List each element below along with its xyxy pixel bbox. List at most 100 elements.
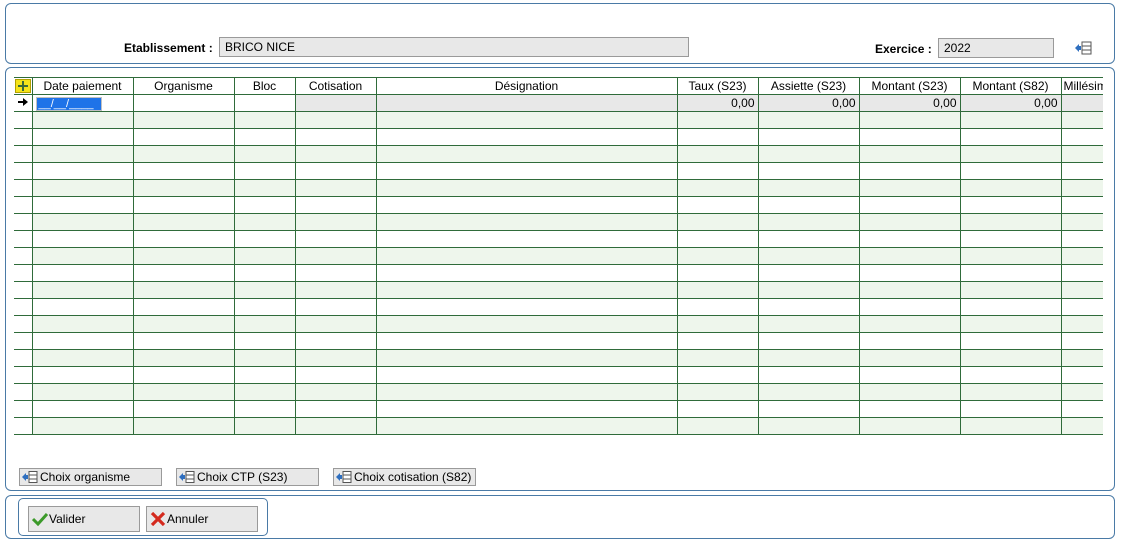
row-header-cell[interactable] [14,196,33,214]
designation-cell[interactable] [376,230,678,248]
date-cell[interactable] [32,400,134,418]
cotisation-cell[interactable] [295,230,377,248]
assiette-cell[interactable] [758,128,860,146]
date-cell[interactable] [32,349,134,367]
assiette-cell[interactable] [758,213,860,231]
row-header-cell[interactable] [14,298,33,316]
taux-cell[interactable] [677,383,759,401]
designation-cell[interactable] [376,128,678,146]
annuler-button[interactable]: Annuler [146,506,258,532]
row-header-cell[interactable] [14,247,33,265]
cotisation-cell[interactable] [295,315,377,333]
table-row[interactable] [14,332,1103,350]
bloc-cell[interactable] [234,400,296,418]
assiette-cell[interactable] [758,332,860,350]
table-row[interactable] [14,315,1103,333]
assiette-cell[interactable]: 0,00 [758,94,860,112]
millesime-cell[interactable] [1061,298,1103,316]
taux-cell[interactable] [677,230,759,248]
montant-s23-cell[interactable] [859,247,961,265]
taux-cell[interactable] [677,196,759,214]
organisme-cell[interactable] [133,400,235,418]
montant-s82-cell[interactable] [960,383,1062,401]
taux-cell[interactable] [677,332,759,350]
row-header-cell[interactable] [14,281,33,299]
organisme-cell[interactable] [133,383,235,401]
designation-cell[interactable] [376,349,678,367]
montant-s82-cell[interactable] [960,281,1062,299]
montant-s23-cell[interactable] [859,332,961,350]
row-header-cell[interactable] [14,349,33,367]
bloc-cell[interactable] [234,213,296,231]
millesime-cell[interactable] [1061,230,1103,248]
montant-s82-cell[interactable] [960,417,1062,435]
row-header-cell[interactable] [14,417,33,435]
organisme-cell[interactable] [133,332,235,350]
taux-cell[interactable] [677,400,759,418]
designation-cell[interactable] [376,264,678,282]
col-header-montant-s23[interactable]: Montant (S23) [859,78,961,95]
assiette-cell[interactable] [758,298,860,316]
bloc-cell[interactable] [234,315,296,333]
millesime-cell[interactable] [1061,179,1103,197]
organisme-cell[interactable] [133,145,235,163]
date-cell[interactable] [32,247,134,265]
designation-cell[interactable] [376,111,678,129]
assiette-cell[interactable] [758,264,860,282]
col-header-montant-s82[interactable]: Montant (S82) [960,78,1062,95]
date-input[interactable]: __/__/____ [35,96,102,111]
row-header-cell[interactable] [14,332,33,350]
montant-s23-cell[interactable] [859,264,961,282]
assiette-cell[interactable] [758,315,860,333]
valider-button[interactable]: Valider [28,506,140,532]
row-header-cell[interactable] [14,264,33,282]
designation-cell[interactable] [376,213,678,231]
organisme-cell[interactable] [133,298,235,316]
list-choice-icon[interactable] [1074,41,1092,55]
assiette-cell[interactable] [758,281,860,299]
organisme-cell[interactable] [133,230,235,248]
montant-s23-cell[interactable]: 0,00 [859,94,961,112]
row-header-cell[interactable] [14,179,33,197]
designation-cell[interactable] [376,400,678,418]
bloc-cell[interactable] [234,281,296,299]
col-header-organisme[interactable]: Organisme [133,78,235,95]
table-row[interactable] [14,111,1103,129]
assiette-cell[interactable] [758,162,860,180]
date-cell[interactable] [32,281,134,299]
table-row[interactable] [14,230,1103,248]
montant-s23-cell[interactable] [859,196,961,214]
taux-cell[interactable] [677,247,759,265]
taux-cell[interactable] [677,315,759,333]
assiette-cell[interactable] [758,349,860,367]
row-header-cell[interactable] [14,400,33,418]
assiette-cell[interactable] [758,247,860,265]
bloc-cell[interactable] [234,196,296,214]
cotisation-cell[interactable] [295,128,377,146]
assiette-cell[interactable] [758,366,860,384]
millesime-cell[interactable] [1061,111,1103,129]
montant-s82-cell[interactable]: 0,00 [960,94,1062,112]
bloc-cell[interactable] [234,162,296,180]
bloc-cell[interactable] [234,332,296,350]
cotisation-cell[interactable] [295,179,377,197]
montant-s82-cell[interactable] [960,196,1062,214]
designation-cell[interactable] [376,366,678,384]
add-row-button[interactable] [14,78,33,95]
millesime-cell[interactable] [1061,383,1103,401]
organisme-cell[interactable] [133,111,235,129]
montant-s82-cell[interactable] [960,111,1062,129]
bloc-cell[interactable] [234,145,296,163]
taux-cell[interactable] [677,264,759,282]
organisme-cell[interactable] [133,281,235,299]
organisme-cell[interactable] [133,315,235,333]
designation-cell[interactable] [376,298,678,316]
millesime-cell[interactable] [1061,94,1103,112]
assiette-cell[interactable] [758,383,860,401]
table-row[interactable] [14,196,1103,214]
organisme-cell[interactable] [133,162,235,180]
cotisation-cell[interactable] [295,213,377,231]
montant-s23-cell[interactable] [859,179,961,197]
montant-s23-cell[interactable] [859,366,961,384]
col-header-designation[interactable]: Désignation [376,78,678,95]
